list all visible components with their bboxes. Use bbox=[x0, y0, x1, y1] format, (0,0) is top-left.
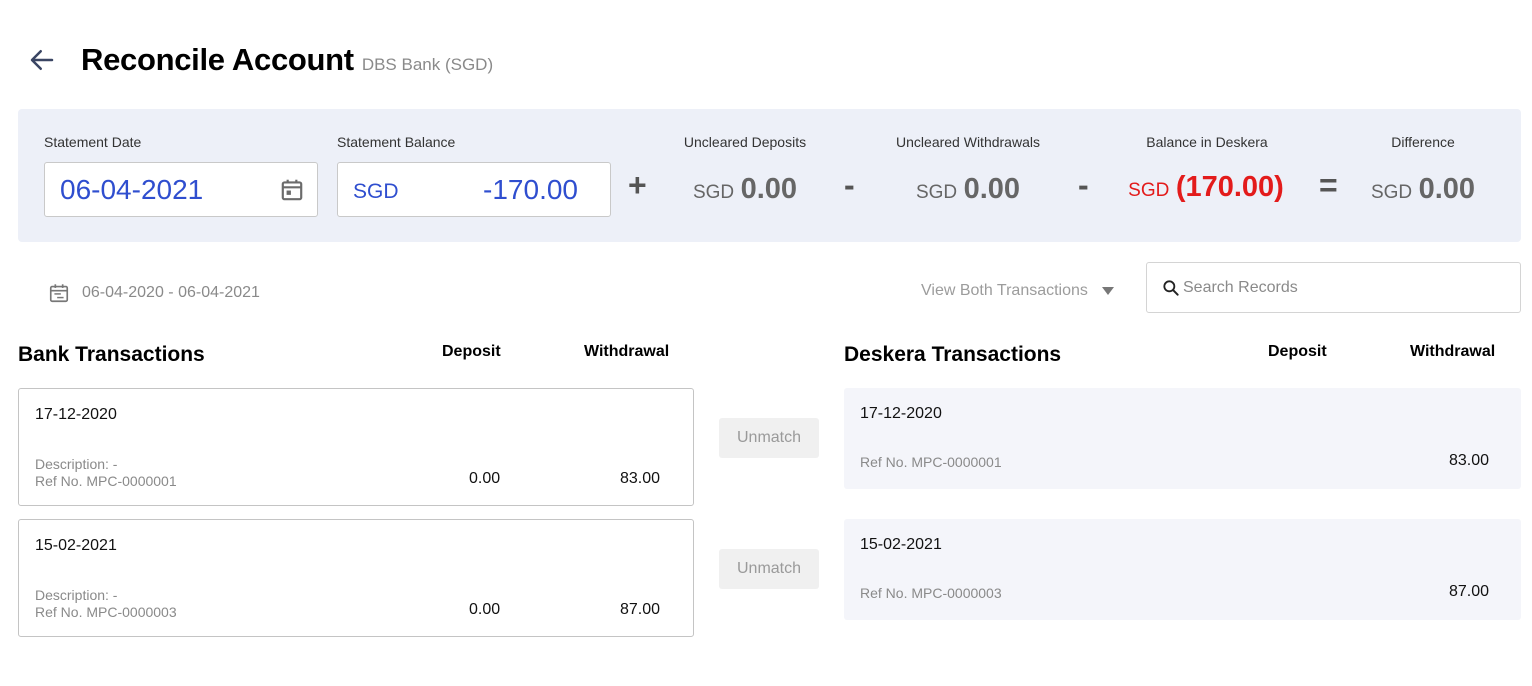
page-title: Reconcile Account bbox=[81, 42, 354, 77]
search-icon bbox=[1163, 279, 1179, 296]
statement-balance-currency: SGD bbox=[353, 180, 399, 203]
statement-balance-label: Statement Balance bbox=[337, 134, 456, 150]
transaction-withdrawal: 83.00 bbox=[1448, 452, 1489, 469]
bank-withdrawal-header: Withdrawal bbox=[584, 343, 670, 360]
transaction-ref: Ref No. MPC-0000003 bbox=[860, 585, 1002, 601]
date-range-filter[interactable]: 06-04-2020 - 06-04-2021 bbox=[48, 282, 260, 304]
balance-deskera-value: (170.00) bbox=[1175, 171, 1284, 203]
calendar-filter-icon bbox=[49, 284, 69, 303]
search-box[interactable] bbox=[1146, 262, 1521, 313]
deskera-transaction-card[interactable]: 15-02-2021 Ref No. MPC-0000003 87.00 bbox=[844, 519, 1521, 620]
filter-row: 06-04-2020 - 06-04-2021 View Both Transa… bbox=[0, 262, 1532, 313]
balance-deskera-label: Balance in Deskera bbox=[1146, 134, 1268, 150]
statement-date-input[interactable]: 06-04-2021 bbox=[44, 162, 318, 217]
deskera-withdrawal-header: Withdrawal bbox=[1410, 343, 1496, 360]
transaction-withdrawal: 83.00 bbox=[620, 470, 661, 487]
difference-label: Difference bbox=[1391, 134, 1455, 150]
plus-operator: + bbox=[628, 167, 647, 203]
balance-deskera-amount: SGD (170.00) bbox=[1128, 171, 1284, 204]
caret-down-icon bbox=[1101, 287, 1114, 295]
difference-value: 0.00 bbox=[1418, 173, 1476, 205]
transaction-details: Description: - Ref No. MPC-0000003 bbox=[35, 587, 177, 621]
transaction-ref: Ref No. MPC-0000001 bbox=[35, 473, 177, 489]
minus-operator: - bbox=[844, 167, 855, 203]
uncleared-deposits-currency: SGD bbox=[692, 182, 735, 203]
transaction-withdrawal: 87.00 bbox=[620, 601, 661, 618]
uncleared-deposits-amount: SGD 0.00 bbox=[693, 173, 797, 206]
deskera-transactions-title: Deskera Transactions bbox=[844, 343, 1062, 366]
equals-operator: = bbox=[1319, 167, 1338, 203]
reconcile-summary: Statement Date 06-04-2021 Statement Bala… bbox=[18, 109, 1521, 242]
account-name: DBS Bank (SGD) bbox=[361, 55, 494, 74]
statement-balance-input[interactable]: SGD -170.00 bbox=[337, 162, 611, 217]
transaction-details: Description: - Ref No. MPC-0000001 bbox=[35, 456, 177, 490]
transaction-date: 17-12-2020 bbox=[35, 406, 117, 423]
statement-date-label: Statement Date bbox=[44, 134, 142, 150]
balance-deskera-currency: SGD bbox=[1128, 180, 1170, 201]
page-header: Reconcile Account DBS Bank (SGD) bbox=[24, 38, 493, 82]
uncleared-withdrawals-amount: SGD 0.00 bbox=[916, 173, 1020, 206]
uncleared-deposits-label: Uncleared Deposits bbox=[683, 134, 807, 150]
transaction-date: 15-02-2021 bbox=[860, 536, 942, 553]
transaction-deposit: 0.00 bbox=[469, 601, 501, 618]
date-range-text: 06-04-2020 - 06-04-2021 bbox=[82, 284, 260, 301]
back-button[interactable] bbox=[24, 42, 60, 78]
calendar-icon[interactable] bbox=[279, 177, 305, 203]
transaction-date: 15-02-2021 bbox=[35, 537, 117, 554]
uncleared-deposits-value: 0.00 bbox=[740, 173, 798, 205]
statement-date-value: 06-04-2021 bbox=[60, 174, 204, 205]
bank-transaction-card[interactable]: 15-02-2021 Description: - Ref No. MPC-00… bbox=[18, 519, 694, 637]
search-input[interactable] bbox=[1183, 278, 1503, 297]
transaction-withdrawal: 87.00 bbox=[1448, 583, 1489, 600]
transaction-description: Description: - bbox=[35, 456, 118, 472]
view-select-value: View Both Transactions bbox=[921, 282, 1088, 299]
bank-transaction-card[interactable]: 17-12-2020 Description: - Ref No. MPC-00… bbox=[18, 388, 694, 506]
view-transactions-select[interactable]: View Both Transactions bbox=[921, 282, 1114, 300]
deskera-transaction-card[interactable]: 17-12-2020 Ref No. MPC-0000001 83.00 bbox=[844, 388, 1521, 489]
unmatch-button[interactable]: Unmatch bbox=[719, 418, 819, 458]
unmatch-button[interactable]: Unmatch bbox=[719, 549, 819, 589]
difference-amount: SGD 0.00 bbox=[1371, 173, 1475, 206]
uncleared-withdrawals-label: Uncleared Withdrawals bbox=[896, 134, 1040, 150]
transaction-description: Description: - bbox=[35, 587, 118, 603]
transaction-ref: Ref No. MPC-0000003 bbox=[35, 604, 177, 620]
bank-deposit-header: Deposit bbox=[442, 343, 501, 360]
transaction-deposit: 0.00 bbox=[469, 470, 501, 487]
bank-transactions-title: Bank Transactions bbox=[18, 343, 205, 366]
deskera-deposit-header: Deposit bbox=[1268, 343, 1327, 360]
arrow-left-icon bbox=[30, 50, 54, 70]
statement-balance-value: -170.00 bbox=[483, 174, 578, 205]
uncleared-withdrawals-value: 0.00 bbox=[963, 173, 1021, 205]
uncleared-withdrawals-currency: SGD bbox=[915, 182, 958, 203]
transaction-ref: Ref No. MPC-0000001 bbox=[860, 454, 1002, 470]
difference-currency: SGD bbox=[1370, 182, 1413, 203]
minus-operator-2: - bbox=[1078, 167, 1089, 203]
transaction-date: 17-12-2020 bbox=[860, 405, 942, 422]
